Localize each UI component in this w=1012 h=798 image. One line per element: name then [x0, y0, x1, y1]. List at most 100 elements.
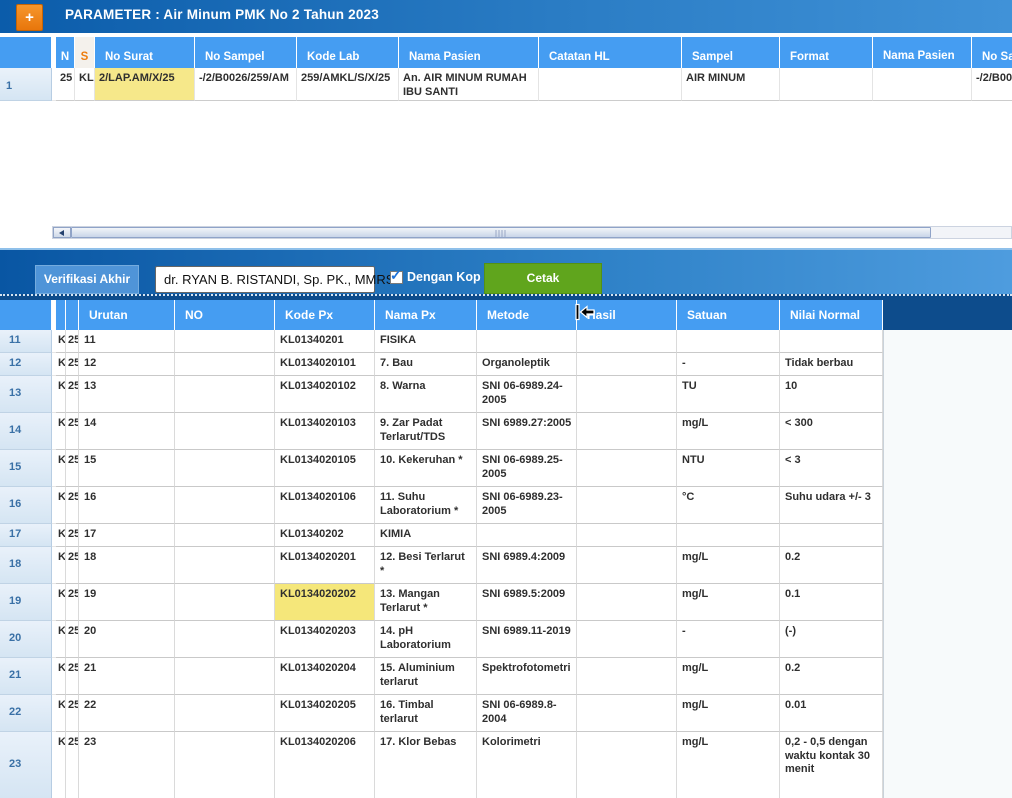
kode-lab-cell[interactable]: 259/AMKL/S/X/25 — [297, 68, 399, 101]
header-no-sampel[interactable]: No Sampel — [195, 37, 297, 68]
urutan-cell[interactable]: 15 — [79, 450, 175, 487]
row-number-cell[interactable]: 14 — [0, 413, 52, 450]
no-cell[interactable] — [175, 450, 275, 487]
kode-px-cell[interactable]: KL0134020206 — [275, 732, 375, 798]
header-nama-pasien-2[interactable]: Nama Pasien — [873, 37, 972, 68]
s-cell[interactable]: KL — [75, 68, 95, 101]
hasil-cell[interactable] — [577, 658, 677, 695]
clipped-cell-1[interactable]: KL — [56, 450, 66, 487]
clipped-cell-1[interactable]: KL — [56, 413, 66, 450]
header-n[interactable]: N — [56, 37, 75, 68]
header-metode[interactable]: Metode — [477, 300, 577, 330]
clipped-cell-1[interactable]: KL — [56, 487, 66, 524]
row-number-cell[interactable]: 19 — [0, 584, 52, 621]
clipped-cell-2[interactable]: 25 — [66, 658, 79, 695]
satuan-cell[interactable]: mg/L — [677, 413, 780, 450]
clipped-cell-2[interactable]: 25 — [66, 376, 79, 413]
nilai-normal-cell[interactable]: 0.2 — [780, 658, 883, 695]
kode-px-cell[interactable]: KL01340202 — [275, 524, 375, 547]
urutan-cell[interactable]: 12 — [79, 353, 175, 376]
row-number-cell[interactable]: 16 — [0, 487, 52, 524]
kode-px-cell[interactable]: KL0134020201 — [275, 547, 375, 584]
clipped-cell-1[interactable]: KL — [56, 621, 66, 658]
row-number-cell[interactable]: 13 — [0, 376, 52, 413]
nilai-normal-cell[interactable]: < 300 — [780, 413, 883, 450]
nilai-normal-cell[interactable]: Tidak berbau — [780, 353, 883, 376]
no-cell[interactable] — [175, 695, 275, 732]
no-cell[interactable] — [175, 732, 275, 798]
row-number-cell[interactable]: 15 — [0, 450, 52, 487]
nama-px-cell[interactable]: 9. Zar Padat Terlarut/TDS — [375, 413, 477, 450]
cetak-button[interactable]: Cetak — [484, 263, 602, 294]
metode-cell[interactable]: SNI 6989.27:2005 — [477, 413, 577, 450]
row-number-cell[interactable]: 1 — [0, 68, 52, 101]
header-no[interactable]: NO — [175, 300, 275, 330]
no-sampel-2-cell[interactable]: -/2/B00 — [972, 68, 1012, 101]
metode-cell[interactable]: SNI 06-6989.8-2004 — [477, 695, 577, 732]
satuan-cell[interactable]: - — [677, 353, 780, 376]
clipped-cell-2[interactable]: 25 — [66, 487, 79, 524]
kode-px-cell[interactable]: KL0134020202 — [275, 584, 375, 621]
urutan-cell[interactable]: 14 — [79, 413, 175, 450]
kode-px-cell[interactable]: KL0134020106 — [275, 487, 375, 524]
hasil-cell[interactable] — [577, 353, 677, 376]
nama-px-cell[interactable]: 8. Warna — [375, 376, 477, 413]
scrollbar-thumb[interactable] — [71, 227, 931, 238]
nilai-normal-cell[interactable]: 0.1 — [780, 584, 883, 621]
satuan-cell[interactable]: TU — [677, 376, 780, 413]
header-format[interactable]: Format — [780, 37, 873, 68]
metode-cell[interactable]: SNI 6989.5:2009 — [477, 584, 577, 621]
clipped-cell-1[interactable]: KL — [56, 524, 66, 547]
no-cell[interactable] — [175, 524, 275, 547]
metode-cell[interactable]: SNI 6989.11-2019 — [477, 621, 577, 658]
row-number-cell[interactable]: 12 — [0, 353, 52, 376]
satuan-cell[interactable]: NTU — [677, 450, 780, 487]
nilai-normal-cell[interactable]: 0,2 - 0,5 dengan waktu kontak 30 menit — [780, 732, 883, 798]
hasil-cell[interactable] — [577, 376, 677, 413]
clipped-cell-2[interactable]: 25 — [66, 547, 79, 584]
hasil-cell[interactable] — [577, 450, 677, 487]
header-satuan[interactable]: Satuan — [677, 300, 780, 330]
clipped-cell-2[interactable]: 25 — [66, 621, 79, 658]
urutan-cell[interactable]: 13 — [79, 376, 175, 413]
satuan-cell[interactable]: mg/L — [677, 695, 780, 732]
clipped-cell-2[interactable]: 25 — [66, 353, 79, 376]
header-urutan[interactable]: Urutan — [79, 300, 175, 330]
nama-px-cell[interactable]: 11. Suhu Laboratorium * — [375, 487, 477, 524]
doctor-select[interactable]: dr. RYAN B. RISTANDI, Sp. PK., MMRS — [155, 266, 375, 293]
no-cell[interactable] — [175, 584, 275, 621]
satuan-cell[interactable]: °C — [677, 487, 780, 524]
row-number-cell[interactable]: 22 — [0, 695, 52, 732]
nilai-normal-cell[interactable] — [780, 524, 883, 547]
hasil-cell[interactable] — [577, 487, 677, 524]
scroll-left-button[interactable] — [53, 227, 71, 238]
nama-px-cell[interactable]: 12. Besi Terlarut * — [375, 547, 477, 584]
nama-px-cell[interactable]: FISIKA — [375, 330, 477, 353]
add-button[interactable]: + — [16, 4, 43, 31]
nilai-normal-cell[interactable]: 0.01 — [780, 695, 883, 732]
urutan-cell[interactable]: 17 — [79, 524, 175, 547]
metode-cell[interactable]: SNI 06-6989.24-2005 — [477, 376, 577, 413]
hasil-cell[interactable] — [577, 524, 677, 547]
sampel-cell[interactable]: AIR MINUM — [682, 68, 780, 101]
header-no-surat[interactable]: No Surat — [95, 37, 195, 68]
clipped-cell-2[interactable]: 25 — [66, 732, 79, 798]
header-no-sampel-2[interactable]: No Sampel — [972, 37, 1012, 68]
clipped-cell-1[interactable]: KL — [56, 330, 66, 353]
satuan-cell[interactable]: - — [677, 621, 780, 658]
metode-cell[interactable] — [477, 330, 577, 353]
urutan-cell[interactable]: 11 — [79, 330, 175, 353]
clipped-cell-2[interactable]: 25 — [66, 450, 79, 487]
hasil-cell[interactable] — [577, 695, 677, 732]
urutan-cell[interactable]: 19 — [79, 584, 175, 621]
no-cell[interactable] — [175, 621, 275, 658]
nama-px-cell[interactable]: 16. Timbal terlarut — [375, 695, 477, 732]
metode-cell[interactable]: SNI 06-6989.23-2005 — [477, 487, 577, 524]
urutan-cell[interactable]: 20 — [79, 621, 175, 658]
satuan-cell[interactable] — [677, 524, 780, 547]
metode-cell[interactable]: Kolorimetri — [477, 732, 577, 798]
clipped-cell-1[interactable]: KL — [56, 732, 66, 798]
nama-pasien-2-cell[interactable] — [873, 68, 972, 101]
clipped-cell-1[interactable]: KL — [56, 695, 66, 732]
kode-px-cell[interactable]: KL0134020101 — [275, 353, 375, 376]
